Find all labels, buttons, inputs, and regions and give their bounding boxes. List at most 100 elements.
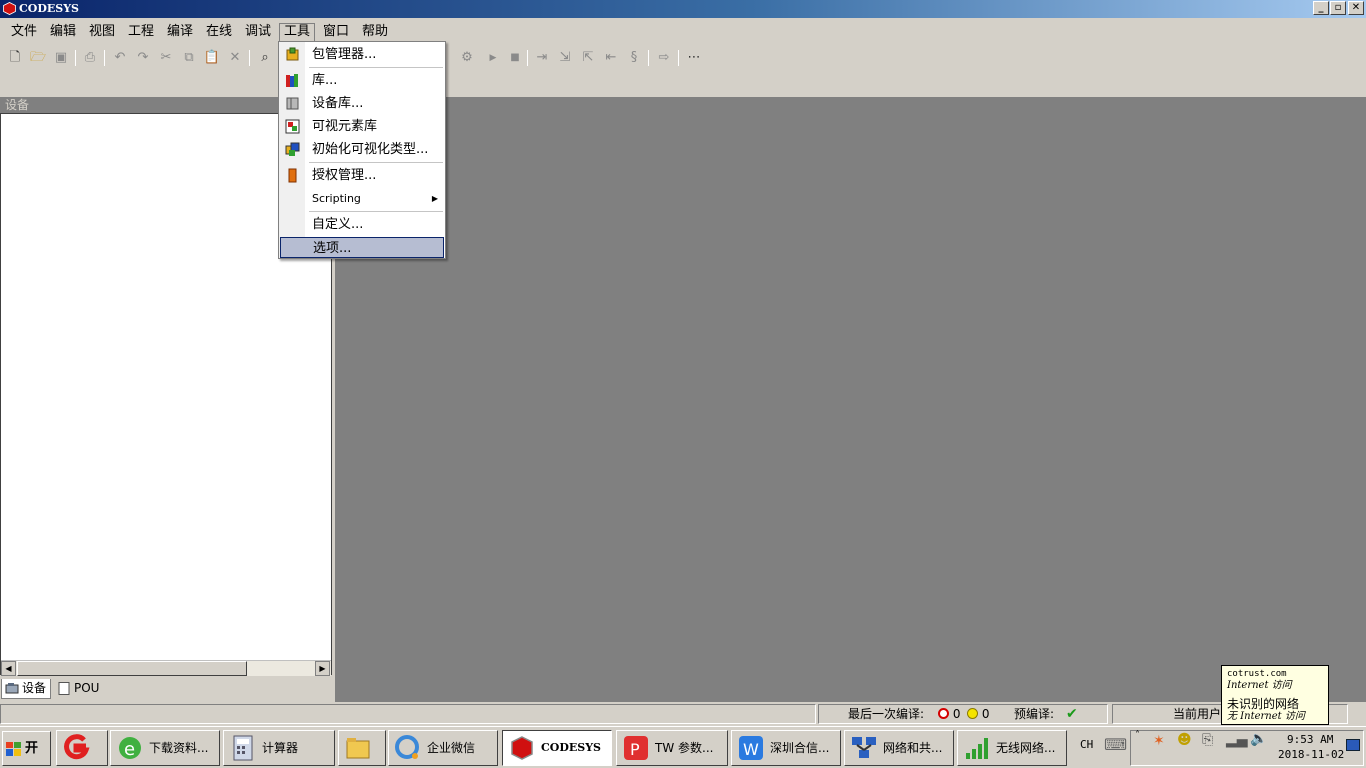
tooltip-unidentified: 未识别的网络 xyxy=(1227,697,1300,711)
task-calculator[interactable]: 计算器 xyxy=(223,730,335,766)
windows-flag-icon xyxy=(6,742,21,756)
print-icon[interactable]: ⎙ xyxy=(81,49,99,67)
tray-volume-icon[interactable]: 🔈 xyxy=(1250,731,1267,747)
devices-hscrollbar[interactable]: ◀ ▶ xyxy=(1,660,331,676)
step-out-icon[interactable]: ⇱ xyxy=(579,49,597,67)
task-network-center[interactable]: 网络和共... xyxy=(844,730,954,766)
svg-text:W: W xyxy=(743,740,759,759)
cut-icon[interactable]: ✂ xyxy=(157,49,175,67)
tab-pou-label: POU xyxy=(74,681,100,695)
step-into-icon[interactable]: ⇲ xyxy=(556,49,574,67)
menu-debug[interactable]: 调试 xyxy=(240,23,276,41)
stop-icon[interactable]: ■ xyxy=(506,49,524,67)
menu-bar: 文件 编辑 视图 工程 编译 在线 调试 工具 窗口 帮助 xyxy=(0,19,1366,43)
menu-item-options[interactable]: 选项... xyxy=(280,237,444,258)
license-icon xyxy=(288,168,297,183)
menu-item-device-repository[interactable]: 设备库... xyxy=(280,93,444,114)
menu-tools[interactable]: 工具 xyxy=(279,23,316,41)
set-next-statement-icon[interactable]: § xyxy=(625,49,643,67)
wps-pdf-icon: P xyxy=(624,736,648,760)
tencent-g-icon xyxy=(64,734,90,760)
scroll-left-icon[interactable]: ◀ xyxy=(1,661,16,676)
task-ie-download[interactable]: e 下载资料... xyxy=(110,730,220,766)
step-over-icon[interactable]: ⇥ xyxy=(533,49,551,67)
error-count[interactable]: 0 xyxy=(938,705,960,723)
menu-item-library[interactable]: 库... xyxy=(280,70,444,91)
codesys-logo-icon xyxy=(3,2,16,15)
task-wps-pdf[interactable]: P TW 参数... xyxy=(616,730,728,766)
menu-item-license-manager[interactable]: 授权管理... xyxy=(280,165,444,186)
tray-usb-icon[interactable]: ⎘ xyxy=(1202,732,1213,748)
redo-icon[interactable]: ↷ xyxy=(134,49,152,67)
start-icon[interactable]: ▶ xyxy=(484,49,502,67)
svg-text:e: e xyxy=(124,739,135,760)
tray-network-icon[interactable]: ▂▄ xyxy=(1226,732,1248,748)
menu-build[interactable]: 编译 xyxy=(162,23,198,41)
show-next-statement-icon[interactable]: ⇨ xyxy=(655,49,673,67)
menu-file[interactable]: 文件 xyxy=(6,23,42,41)
find-binoculars-icon[interactable]: ⌕ xyxy=(256,49,274,67)
task-codesys[interactable]: CODESYS xyxy=(502,730,612,766)
scroll-thumb[interactable] xyxy=(17,661,247,676)
tab-pou[interactable]: POU xyxy=(54,679,103,699)
menu-edit[interactable]: 编辑 xyxy=(45,23,81,41)
restore-button[interactable]: ▫ xyxy=(1330,1,1346,15)
menu-project[interactable]: 工程 xyxy=(123,23,159,41)
close-button[interactable]: ✕ xyxy=(1348,1,1364,15)
pane-tabs: 设备 POU xyxy=(0,677,333,701)
task-explorer[interactable] xyxy=(338,730,386,766)
undo-icon[interactable]: ↶ xyxy=(111,49,129,67)
copy-icon[interactable]: ⧉ xyxy=(180,49,198,67)
visualization-type-icon xyxy=(285,142,300,156)
wecom-icon xyxy=(395,735,419,759)
language-indicator[interactable]: CH xyxy=(1080,738,1093,751)
menu-item-init-visualization-types[interactable]: 初始化可视化类型... xyxy=(280,139,444,160)
show-hidden-icons-icon[interactable]: ˄ xyxy=(1135,730,1140,741)
network-center-icon xyxy=(852,737,876,758)
task-tencent[interactable] xyxy=(56,730,108,766)
start-button[interactable]: 开始 xyxy=(2,731,51,766)
status-message-panel xyxy=(0,704,816,724)
tray-security-icon[interactable]: ☻ xyxy=(1177,732,1192,748)
menu-item-package-manager[interactable]: 包管理器... xyxy=(280,44,444,65)
menu-item-scripting[interactable]: Scripting ▶ xyxy=(280,188,444,209)
task-wireless[interactable]: 无线网络... xyxy=(957,730,1067,766)
menu-item-customize[interactable]: 自定义... xyxy=(280,214,444,235)
precompile-label: 预编译: xyxy=(1014,707,1055,721)
task-wecom[interactable]: 企业微信 xyxy=(388,730,498,766)
menu-help[interactable]: 帮助 xyxy=(357,23,393,41)
tab-devices[interactable]: 设备 xyxy=(1,679,52,699)
editor-workspace xyxy=(335,97,1366,702)
paste-icon[interactable]: 📋 xyxy=(203,49,221,67)
minimize-button[interactable]: _ xyxy=(1313,1,1329,15)
svg-text:P: P xyxy=(630,740,640,759)
run-to-cursor-icon[interactable]: ⇤ xyxy=(602,49,620,67)
tab-devices-label: 设备 xyxy=(22,681,47,695)
menu-item-visual-element-repository[interactable]: 可视元素库 xyxy=(280,116,444,137)
menu-view[interactable]: 视图 xyxy=(84,23,120,41)
toolbar-overflow-icon[interactable]: ⋯ xyxy=(685,49,703,67)
keyboard-icon[interactable]: ⌨ xyxy=(1104,735,1127,754)
show-desktop-icon[interactable] xyxy=(1346,739,1360,751)
delete-icon[interactable]: ✕ xyxy=(226,49,244,67)
toolbar: 🗋 🗁 ▣ ⎙ ↶ ↷ ✂ ⧉ 📋 ✕ ⌕ ⚙ ▶ ■ ⇥ ⇲ ⇱ ⇤ § ⇨ … xyxy=(0,44,1366,72)
taskbar: 开始 e 下载资料... 计算器 企业微信 CODESYS P TW 参数...… xyxy=(0,726,1366,768)
new-project-icon[interactable]: 🗋 xyxy=(6,49,24,67)
warning-count[interactable]: 0 xyxy=(967,705,989,723)
status-bar: 最后一次编译: 0 0 预编译: ✔ 当前用户 xyxy=(0,703,1366,725)
codesys-icon xyxy=(511,736,533,760)
task-wps-writer[interactable]: W 深圳合信... xyxy=(731,730,841,766)
save-icon[interactable]: ▣ xyxy=(52,49,70,67)
open-folder-icon[interactable]: 🗁 xyxy=(29,49,47,67)
menu-online[interactable]: 在线 xyxy=(201,23,237,41)
title-bar[interactable]: CODESYS _ ▫ ✕ xyxy=(0,0,1366,18)
clock-time[interactable]: 9:53 AM xyxy=(1287,733,1333,746)
scroll-right-icon[interactable]: ▶ xyxy=(315,661,330,676)
package-icon xyxy=(286,47,299,61)
clock-date[interactable]: 2018-11-02 xyxy=(1278,748,1344,761)
network-tooltip: cotrust.com Internet 访问 未识别的网络 无 Interne… xyxy=(1221,665,1329,725)
tray-app-icon[interactable]: ✶ xyxy=(1153,733,1165,749)
tooltip-no-internet: 无 Internet 访问 xyxy=(1227,711,1305,722)
settings-gear-icon[interactable]: ⚙ xyxy=(458,49,476,67)
menu-window[interactable]: 窗口 xyxy=(318,23,354,41)
